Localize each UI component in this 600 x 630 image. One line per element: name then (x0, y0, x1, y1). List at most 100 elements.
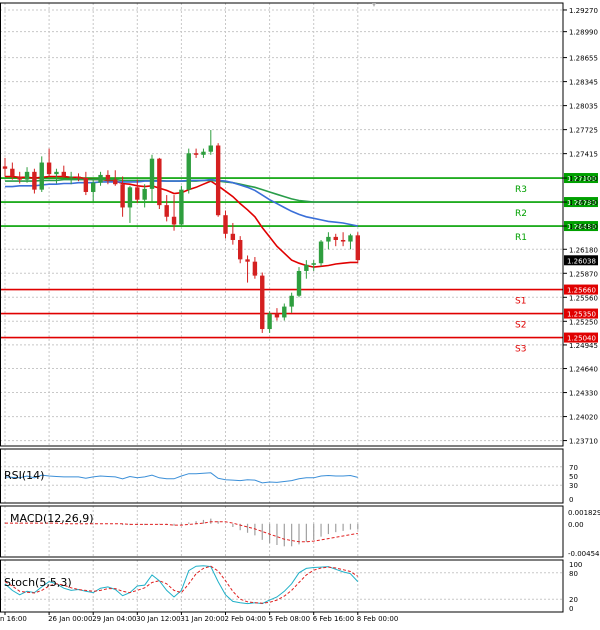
price-tick-label: 1.26180 (569, 246, 598, 254)
time-tick-label: n 16:00 (0, 615, 27, 623)
candle-bear (355, 235, 360, 261)
stoch-label: Stoch(5,5,3) (4, 576, 72, 589)
candle-bull (127, 187, 133, 208)
candle-bear (46, 162, 52, 175)
candle-bear (2, 166, 8, 169)
candle-bull (304, 264, 309, 271)
candle-bear (340, 239, 346, 242)
price-tick-label: 1.26790 (569, 199, 598, 207)
time-tick-label: 26 Jan 00:00 (48, 615, 92, 623)
stoch-tick-label: 80 (569, 570, 578, 578)
candle-bear (120, 184, 125, 208)
candle-bull (149, 158, 155, 189)
rsi-tick-label: 0 (569, 496, 573, 504)
price-tick-label: 1.24640 (569, 366, 598, 374)
candle-bear (193, 153, 199, 155)
rsi-tick-label: 50 (569, 473, 578, 481)
price-tick-label: 1.24020 (569, 414, 598, 422)
candle-bear (135, 187, 140, 200)
price-tick-label: 1.28345 (569, 79, 598, 87)
pivot-level-name: R1 (515, 233, 527, 243)
time-tick-label: 5 Feb 08:00 (269, 615, 310, 623)
candle-bear (260, 275, 265, 330)
price-tick-label: 1.27725 (569, 127, 598, 135)
price-tick-label: 1.26480 (569, 223, 598, 231)
price-tick-label: 1.29270 (569, 7, 598, 15)
candle-bull (348, 235, 353, 242)
candle-bear (171, 216, 177, 225)
price-tick-label: 1.25560 (569, 294, 598, 302)
candle-bear (32, 171, 37, 190)
pivot-level-name: S2 (515, 321, 526, 331)
candle-bear (113, 179, 118, 185)
candle-bear (10, 168, 15, 177)
candle-bull (267, 313, 272, 330)
stoch-tick-label: 20 (569, 596, 578, 604)
stoch-tick-label: 100 (569, 561, 582, 569)
candle-bear (157, 158, 162, 206)
pivot-level-name: S3 (515, 345, 526, 355)
candle-bear (83, 178, 89, 192)
candle-bear (252, 261, 258, 276)
macd-tick-label: 0.00 (568, 521, 584, 529)
price-tick-label: 1.27415 (569, 151, 598, 159)
candle-bear (223, 215, 228, 234)
candle-bull (179, 189, 184, 225)
candle-bear (17, 176, 22, 180)
candle-bull (282, 306, 287, 318)
stoch-tick-label: 0 (569, 605, 573, 613)
price-tick-label: 1.25870 (569, 270, 598, 278)
candle-bear (274, 313, 280, 318)
rsi-tick-label: 70 (569, 464, 578, 472)
candle-bear (164, 205, 169, 217)
candle-bull (289, 295, 294, 307)
candle-bull (201, 151, 206, 155)
candle-bull (24, 171, 30, 180)
candle-bear (61, 171, 66, 177)
price-tick-label: 1.23710 (569, 438, 598, 446)
pivot-level-name: S1 (515, 297, 526, 307)
candle-bull (318, 241, 324, 264)
candle-bull (326, 236, 331, 242)
macd-tick-label: -0.004542 (568, 550, 600, 558)
candle-bear (245, 259, 250, 262)
candle-bull (186, 153, 191, 190)
candle-bull (98, 174, 103, 183)
price-tick-label: 1.28655 (569, 55, 598, 63)
macd-label: MACD(12,26,9) (10, 512, 94, 525)
time-tick-label: 29 Jan 04:00 (92, 615, 136, 623)
candle-bear (230, 233, 236, 240)
price-tick-label: 1.28990 (569, 29, 598, 37)
candle-bull (142, 188, 147, 200)
candle-bear (333, 236, 338, 240)
time-tick-label: 30 Jan 12:00 (136, 615, 180, 623)
price-tick-label: 1.28035 (569, 103, 598, 111)
forex-chart: R3 1.27100 R2 1.26790 R1 1.26480 S1 1.25660 S2 1.… (0, 0, 600, 626)
time-tick-label: 2 Feb 04:00 (225, 615, 266, 623)
time-tick-label: 8 Feb 00:00 (357, 615, 398, 623)
time-tick-label: 31 Jan 20:00 (180, 615, 224, 623)
pivot-level-name: R2 (515, 209, 527, 219)
candle-bull (39, 162, 44, 190)
pivot-level-name: R3 (515, 185, 527, 195)
candle-bear (105, 174, 111, 180)
price-tick-label: 1.25250 (569, 318, 598, 326)
macd-tick-label: 0.001829 (568, 509, 600, 517)
candle-bull (68, 176, 74, 178)
time-tick-label: 6 Feb 16:00 (313, 615, 354, 623)
price-tick-label: 1.24945 (569, 342, 598, 350)
price-tick-label: 1.24330 (569, 390, 598, 398)
candle-bull (54, 171, 59, 175)
rsi-tick-label: 30 (569, 482, 578, 490)
candle-bull (91, 182, 96, 192)
rsi-label: RSI(14) (4, 469, 44, 482)
price-tick-label: 1.27100 (569, 175, 598, 183)
candle-bull (208, 145, 213, 152)
current-price-label: 1.26038 (567, 257, 596, 265)
candle-bear (238, 239, 243, 260)
candle-bull (311, 263, 316, 265)
candle-bear (215, 145, 221, 216)
candle-bull (296, 270, 302, 296)
chart-canvas: R31.27100R21.26790R11.26480S11.25660S21.… (0, 0, 600, 626)
candle-bear (76, 176, 81, 179)
